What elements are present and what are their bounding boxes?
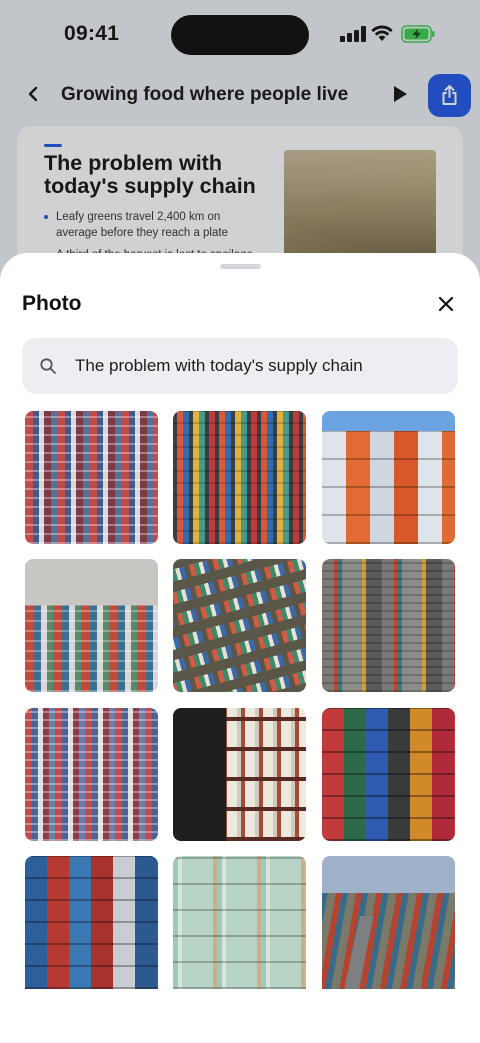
photo-tile[interactable] (25, 559, 158, 692)
photo-tile[interactable] (25, 856, 158, 989)
photo-tile[interactable] (173, 856, 306, 989)
close-icon[interactable] (433, 291, 459, 317)
photo-tile[interactable] (173, 559, 306, 692)
photo-tile[interactable] (25, 708, 158, 841)
sheet-title: Photo (22, 292, 82, 315)
sheet-grabber[interactable] (220, 264, 261, 269)
search-icon (40, 358, 56, 374)
photo-tile[interactable] (173, 411, 306, 544)
photo-tile[interactable] (173, 708, 306, 841)
photo-tile[interactable] (322, 559, 455, 692)
photo-tile[interactable] (322, 708, 455, 841)
photo-tile[interactable] (322, 856, 455, 989)
photo-search-input[interactable]: The problem with today's supply chain (22, 338, 458, 394)
photo-tile[interactable] (25, 411, 158, 544)
photo-picker-sheet: Photo The problem with today's supply ch… (0, 253, 480, 1043)
photo-tile[interactable] (322, 411, 455, 544)
search-query: The problem with today's supply chain (75, 356, 363, 375)
